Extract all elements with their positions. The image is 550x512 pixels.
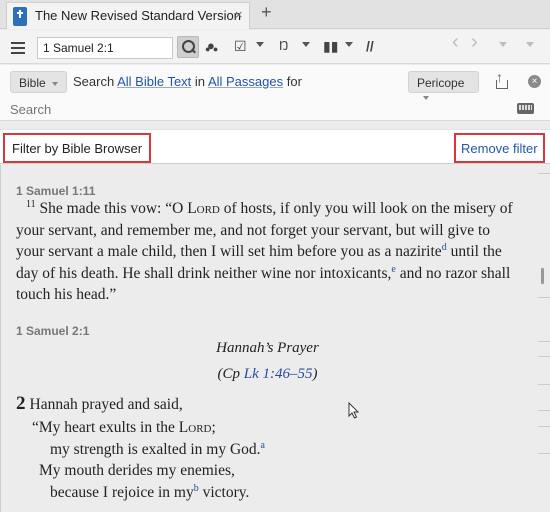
interlinear-dropdown-icon[interactable] xyxy=(302,42,310,47)
divine-name: Lord xyxy=(178,419,212,436)
filter-label: Filter by Bible Browser xyxy=(3,133,152,163)
tab-close-icon[interactable]: × xyxy=(235,7,243,22)
footnote-e[interactable]: e xyxy=(391,263,395,274)
scroll-marker xyxy=(538,341,550,342)
toolbar: ● ● ● ☑ Ŋ ▮▮ // ‹ › xyxy=(0,30,550,64)
verse-text-part: She made this vow: “O xyxy=(39,200,184,217)
result-reference-1[interactable]: 1 Samuel 1:11 xyxy=(16,184,95,198)
columns-icon[interactable]: ▮▮ xyxy=(323,38,338,54)
verse-number: 11 xyxy=(26,198,36,210)
pericope-dropdown[interactable]: Pericope xyxy=(408,71,479,100)
menu-icon[interactable] xyxy=(11,42,25,54)
bible-logo-icon xyxy=(13,7,27,26)
scroll-marker xyxy=(538,173,550,174)
search-scope-label: Bible xyxy=(19,76,46,90)
poetry-line-2: my strength is exalted in my God.a xyxy=(50,440,265,459)
filter-bar: Filter by Bible Browser Remove filter xyxy=(0,129,550,164)
poetry-text: ; xyxy=(211,419,216,436)
history-dropdown-icon[interactable] xyxy=(499,42,507,47)
search-description: Search All Bible Text in All Passages fo… xyxy=(73,74,302,89)
tab-bar: The New Revised Standard Version × + xyxy=(0,0,550,29)
columns-dropdown-icon[interactable] xyxy=(345,42,353,47)
left-edge xyxy=(0,165,1,512)
search-text-link[interactable]: All Bible Text xyxy=(117,74,191,89)
footnote-b[interactable]: b xyxy=(194,483,199,494)
reference-input[interactable] xyxy=(37,37,173,59)
cross-reference: (Cp Lk 1:46–55) xyxy=(0,366,535,383)
checklist-icon[interactable]: ☑ xyxy=(234,38,247,54)
footnote-a[interactable]: a xyxy=(261,440,265,451)
result-reference-2[interactable]: 1 Samuel 2:1 xyxy=(16,324,89,338)
search-scope-dropdown[interactable]: Bible xyxy=(10,71,67,93)
parallel-icon[interactable]: // xyxy=(366,38,374,54)
divine-name: Lord xyxy=(187,200,220,217)
scroll-marker xyxy=(538,297,550,298)
poetry-line-4: because I rejoice in myb victory. xyxy=(50,483,250,502)
poetry-line-1: “My heart exults in the Lord; xyxy=(32,419,216,437)
panel-menu-icon[interactable] xyxy=(526,42,534,47)
clear-search-icon[interactable]: × xyxy=(528,75,541,88)
footnote-d[interactable]: d xyxy=(442,242,447,253)
verse-intro: Hannah prayed and said, xyxy=(29,396,183,413)
scroll-marker xyxy=(538,453,550,454)
search-passages-link[interactable]: All Passages xyxy=(208,74,283,89)
add-tab-icon[interactable]: + xyxy=(261,3,272,21)
search-in-word: in xyxy=(194,74,206,89)
chapter-number: 2 xyxy=(16,393,26,414)
checklist-dropdown-icon[interactable] xyxy=(256,42,264,47)
results-pane[interactable]: 1 Samuel 1:11 11 She made this vow: “O L… xyxy=(0,165,550,512)
xref-link[interactable]: Lk 1:46–55 xyxy=(244,366,313,382)
scroll-marker xyxy=(538,410,550,411)
poetry-text: victory. xyxy=(202,484,250,501)
keyboard-icon[interactable] xyxy=(517,103,534,114)
scroll-marker xyxy=(538,356,550,357)
scrollbar-thumb[interactable] xyxy=(541,268,544,284)
pericope-label: Pericope xyxy=(417,76,465,90)
scroll-marker xyxy=(538,384,550,385)
tab-title: The New Revised Standard Version xyxy=(35,8,241,23)
share-icon[interactable] xyxy=(491,69,513,93)
visual-filter-dots-icon: ● ● xyxy=(205,44,219,54)
poetry-text: my strength is exalted in my God. xyxy=(50,441,261,458)
mouse-cursor-icon xyxy=(348,402,360,419)
verse-text-2-1: 2 Hannah prayed and said, xyxy=(16,393,183,415)
chevron-down-icon xyxy=(51,81,58,86)
search-icon[interactable] xyxy=(177,36,199,58)
scrollbar[interactable] xyxy=(535,165,550,512)
search-panel: Bible Search All Bible Text in All Passa… xyxy=(0,65,550,121)
search-for-word: for xyxy=(286,74,302,89)
verse-text-1-11: 11 She made this vow: “O Lord of hosts, … xyxy=(16,198,522,306)
poetry-text: because I rejoice in my xyxy=(50,484,194,501)
poetry-line-3: My mouth derides my enemies, xyxy=(39,462,235,479)
search-input[interactable] xyxy=(10,100,510,118)
tab-nrsv[interactable]: The New Revised Standard Version × xyxy=(6,2,250,29)
forward-icon[interactable]: › xyxy=(471,32,478,52)
search-prefix: Search xyxy=(73,74,115,89)
scroll-marker xyxy=(538,426,550,427)
section-heading: Hannah’s Prayer xyxy=(216,340,319,356)
back-icon[interactable]: ‹ xyxy=(452,32,459,52)
poetry-text: “My heart exults in the xyxy=(32,419,175,436)
remove-filter-link[interactable]: Remove filter xyxy=(454,133,545,163)
xref-suffix: ) xyxy=(312,366,318,382)
interlinear-icon[interactable]: Ŋ xyxy=(279,38,288,54)
xref-prefix: (Cp xyxy=(217,366,241,382)
